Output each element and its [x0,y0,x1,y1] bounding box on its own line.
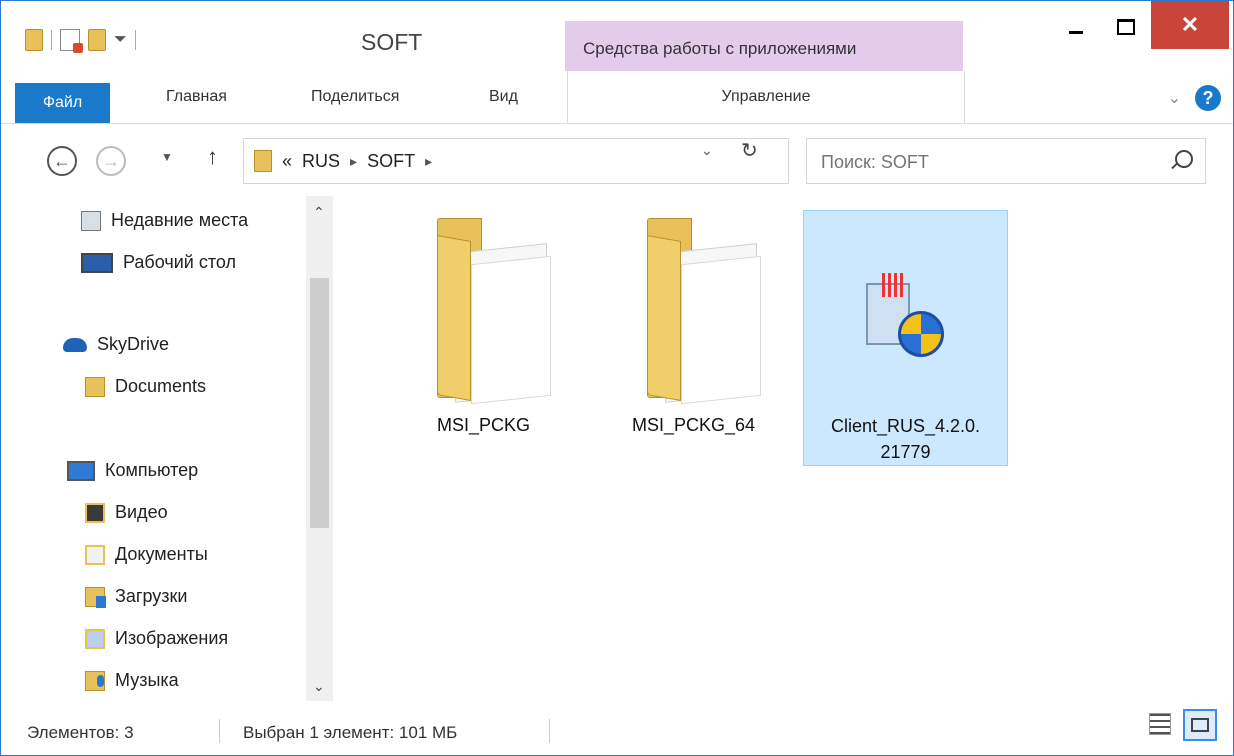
nav-item-label: SkyDrive [97,334,170,354]
ribbon-tabs: Файл Главная Поделиться Вид Управление ⌄… [1,71,1233,124]
status-bar: Элементов: 3 Выбран 1 элемент: 101 МБ [1,701,1233,755]
nav-item-pictures[interactable]: Изображения [85,628,228,649]
tab-view[interactable]: Вид [489,71,518,123]
recent-places-icon [81,210,101,231]
folder-icon [437,218,551,405]
context-tab-group-label: Средства работы с приложениями [583,39,857,58]
close-icon: ✕ [1180,12,1200,37]
nav-item-computer[interactable]: Компьютер [67,460,198,481]
tab-file[interactable]: Файл [15,83,110,123]
close-button[interactable]: ✕ [1151,1,1229,49]
tab-home[interactable]: Главная [166,71,227,123]
up-button[interactable]: ↑ [207,144,218,170]
file-name-line: Client_RUS_4.2.0. [830,416,981,436]
expand-ribbon-icon[interactable]: ⌄ [1168,88,1181,108]
nav-item-label: Загрузки [115,586,188,606]
nav-scrollbar[interactable]: ⌃ ⌄ [306,196,333,701]
nav-item-video[interactable]: Видео [85,502,168,523]
file-item-folder[interactable]: MSI_PCKG_64 [591,210,796,466]
context-tab-group: Средства работы с приложениями [565,21,963,71]
breadcrumb-rus[interactable]: RUS [302,151,340,172]
minimize-icon [1069,30,1083,34]
title-bar: ⏷ SOFT Средства работы с приложениями ✕ [1,1,1233,71]
quick-access-toolbar: ⏷ [25,29,136,53]
uac-shield-icon [898,311,944,357]
file-name-line: 21779 [880,442,931,462]
scroll-up-icon[interactable]: ⌃ [313,204,325,221]
nav-item-docs[interactable]: Документы [85,544,208,565]
forward-button[interactable]: → [96,146,126,176]
window-title: SOFT [361,29,423,55]
folder-icon [647,218,761,405]
back-button[interactable]: ← [47,146,77,176]
search-box[interactable] [806,138,1206,184]
nav-item-label: Изображения [115,628,229,648]
nav-item-documents[interactable]: Documents [85,376,206,397]
downloads-folder-icon [85,586,106,608]
folder-icon [25,29,43,51]
nav-item-label: Рабочий стол [123,252,236,272]
nav-item-music[interactable]: Музыка [85,670,179,691]
toolbar-divider [134,30,136,50]
customize-toolbar-icon[interactable]: ⏷ [114,31,127,49]
nav-item-recent-places[interactable]: Недавние места [81,210,248,231]
details-view-icon[interactable] [1149,713,1171,735]
refresh-button[interactable]: ↻ [741,138,758,163]
status-divider [549,719,550,743]
nav-item-label: Documents [115,376,207,396]
nav-item-desktop[interactable]: Рабочий стол [81,252,236,273]
recent-locations-button[interactable]: ▼ [161,150,173,164]
arrow-right-icon: → [102,150,120,171]
nav-item-label: Музыка [115,670,179,690]
chevron-right-icon[interactable]: ▸ [350,153,357,170]
skydrive-icon [63,337,87,352]
properties-icon[interactable] [60,29,83,53]
scroll-down-icon[interactable]: ⌄ [313,678,325,695]
folder-icon [85,376,105,397]
chevron-right-icon[interactable]: ▸ [425,153,432,170]
nav-item-skydrive[interactable]: SkyDrive [63,334,169,355]
documents-folder-icon [85,544,105,565]
folder-icon [254,150,272,172]
selection-info: Выбран 1 элемент: 101 МБ [243,723,458,742]
status-divider [219,719,220,743]
file-name: MSI_PCKG_64 [631,415,756,435]
arrow-left-icon: ← [53,150,71,171]
search-icon[interactable] [1175,150,1193,168]
explorer-window: ⏷ SOFT Средства работы с приложениями ✕ … [0,0,1234,756]
scrollbar-thumb[interactable] [310,278,329,528]
ribbon-right-controls: ⌄ ? [1168,85,1221,111]
nav-item-label: Видео [115,502,168,522]
breadcrumb-soft[interactable]: SOFT [367,151,415,172]
address-dropdown-button[interactable]: ⌄ [701,142,713,159]
navigation-bar: ← → ▼ ↑ « RUS ▸ SOFT ▸ ⌄ ↻ [1,124,1233,196]
new-folder-icon[interactable] [88,29,106,51]
nav-item-label: Компьютер [105,460,199,480]
file-name: Client_RUS_4.2.0. 21779 [804,413,1007,465]
toolbar-divider [51,30,52,50]
pictures-folder-icon [85,628,105,649]
maximize-icon [1117,19,1135,35]
file-item-installer[interactable]: Client_RUS_4.2.0. 21779 [803,210,1008,466]
search-input[interactable] [819,147,1163,177]
tab-manage[interactable]: Управление [567,71,965,123]
desktop-icon [81,252,113,273]
music-folder-icon [85,670,105,691]
large-icons-view-icon[interactable] [1183,709,1217,741]
nav-item-label: Недавние места [111,210,249,230]
nav-item-downloads[interactable]: Загрузки [85,586,188,608]
file-name: MSI_PCKG [436,415,531,435]
nav-item-label: Документы [115,544,208,564]
computer-icon [67,460,95,481]
file-list: MSI_PCKG MSI_PCKG_64 Client_RUS_4.2.0. 2… [341,196,1221,701]
file-item-folder[interactable]: MSI_PCKG [381,210,586,466]
maximize-button[interactable] [1096,1,1156,53]
item-count: Элементов: 3 [27,723,134,742]
tab-share[interactable]: Поделиться [311,71,399,123]
installer-icon [856,263,956,363]
help-icon[interactable]: ? [1195,85,1221,111]
videos-folder-icon [85,502,105,523]
breadcrumb-overflow[interactable]: « [282,151,292,172]
navigation-pane: Недавние места Рабочий стол SkyDrive Doc… [1,196,333,701]
